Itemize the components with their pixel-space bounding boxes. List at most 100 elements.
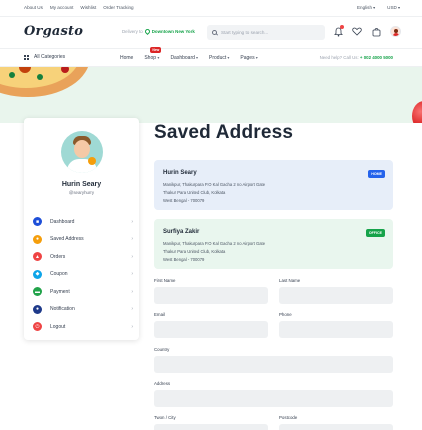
dashboard-icon: ■ (33, 217, 42, 227)
search-icon (212, 30, 217, 35)
nav-item-dashboard[interactable]: Dashboard (170, 55, 198, 61)
nav-item-shop-label: Shop (144, 55, 157, 61)
address-name: Hurin Seary (163, 170, 197, 176)
email-field[interactable] (154, 321, 268, 338)
chevron-right-icon: › (131, 236, 133, 243)
postcode-field[interactable] (279, 424, 393, 430)
sidebar-item-logout[interactable]: ⏻ Logout › (33, 318, 133, 336)
nav-item-home[interactable]: Home (120, 55, 133, 61)
header-icons (333, 24, 401, 37)
new-badge: New (150, 47, 162, 53)
address-icon: ● (33, 234, 42, 244)
address-field[interactable] (154, 390, 393, 407)
nav-item-shop[interactable]: Shop New (144, 47, 162, 61)
main-nav: All Categories Home Shop New Dashboard P… (0, 47, 422, 67)
top-link-wishlist[interactable]: Wishlist (80, 5, 96, 10)
sidebar-item-dashboard[interactable]: ■ Dashboard › (33, 213, 133, 231)
sidebar-item-label: Coupon (50, 271, 68, 278)
profile-handle: @searyhurry (68, 190, 95, 195)
page-title: Saved Address (154, 122, 294, 143)
account-sidebar: Hurin Seary @searyhurry ■ Dashboard › ● … (24, 118, 139, 340)
nav-menu: Home Shop New Dashboard Product Pages (120, 47, 258, 61)
sidebar-item-notification[interactable]: ● Notification › (33, 301, 133, 319)
sidebar-item-label: Logout (50, 323, 66, 330)
address-line: Manikpur, Thakurpara P.O Kal Gacha 2 no … (163, 182, 266, 187)
delivery-location-value: Downtown New York (151, 29, 195, 34)
payment-icon: ▬ (33, 287, 42, 297)
sidebar-item-label: Orders (50, 253, 66, 260)
support-number[interactable]: + 002 4000 5000 (360, 55, 393, 60)
delivery-location[interactable]: Delivery to Downtown New York (122, 27, 195, 36)
notification-dot (340, 24, 344, 29)
address-card[interactable]: Surfiya Zakir Manikpur, Thakurpara P.O K… (154, 219, 393, 269)
top-link-about[interactable]: About Us (24, 5, 43, 10)
notification-bell-icon[interactable] (333, 24, 344, 37)
wishlist-heart-icon[interactable] (352, 27, 362, 37)
sidebar-item-saved-address[interactable]: ● Saved Address › (33, 231, 133, 249)
logout-icon: ⏻ (33, 322, 42, 332)
top-right-selectors: English USD (357, 5, 400, 10)
address-line: West Bengal - 700079 (163, 198, 205, 203)
address-tag-badge: OFFICE (365, 229, 385, 237)
first-name-field[interactable] (154, 287, 268, 304)
site-logo[interactable]: Orgasto (24, 24, 83, 39)
sidebar-item-payment[interactable]: ▬ Payment › (33, 283, 133, 301)
chevron-right-icon: › (131, 271, 133, 278)
all-categories-button[interactable]: All Categories (24, 54, 65, 60)
tomato-image (412, 101, 422, 123)
all-categories-label: All Categories (34, 54, 66, 60)
grid-icon (24, 54, 29, 60)
support-label: Need help? Call Us: (319, 55, 359, 60)
support-contact: Need help? Call Us: + 002 4000 5000 (320, 55, 393, 60)
profile-name: Hurin Seary (61, 181, 102, 188)
address-tag-badge: HOME (368, 170, 385, 178)
profile-avatar (61, 131, 103, 173)
address-label: Address (154, 381, 171, 386)
pizza-image (0, 67, 89, 97)
location-pin-icon (143, 27, 151, 36)
address-card[interactable]: Hurin Seary Manikpur, Thakurpara P.O Kal… (154, 160, 393, 210)
nav-item-pages[interactable]: Pages (240, 55, 257, 61)
language-select[interactable]: English (357, 5, 375, 10)
address-line: Thakur Para United Club, Kolkata (163, 249, 226, 254)
town-city-field[interactable] (154, 424, 268, 430)
country-field[interactable] (154, 356, 393, 373)
top-link-order-tracking[interactable]: Order Tracking (103, 5, 133, 10)
address-line: Manikpur, Thakurpara P.O Kal Gacha 2 no … (163, 241, 266, 246)
sidebar-item-label: Payment (50, 288, 70, 295)
top-link-account[interactable]: My account (50, 5, 74, 10)
sidebar-item-label: Notification (50, 306, 75, 313)
sidebar-menu: ■ Dashboard › ● Saved Address › ▲ Orders… (33, 213, 133, 336)
top-bar: About Us My account Wishlist Order Track… (0, 0, 422, 17)
chevron-right-icon: › (131, 306, 133, 313)
cart-bag-icon[interactable] (371, 27, 381, 37)
main-header: Orgasto Delivery to Downtown New York St… (0, 17, 422, 47)
first-name-label: First Name (154, 278, 176, 283)
address-line: West Bengal - 700079 (163, 257, 205, 262)
top-links: About Us My account Wishlist Order Track… (24, 5, 134, 10)
last-name-label: Last Name (279, 278, 301, 283)
country-label: Country (154, 347, 170, 352)
last-name-field[interactable] (279, 287, 393, 304)
search-input[interactable]: Start typing to search... (207, 25, 325, 40)
search-placeholder: Start typing to search... (221, 30, 269, 35)
orders-icon: ▲ (33, 252, 42, 262)
postcode-label: Postcode (279, 415, 298, 420)
notification-icon: ● (33, 304, 42, 314)
sidebar-item-coupon[interactable]: ◆ Coupon › (33, 266, 133, 284)
sidebar-item-orders[interactable]: ▲ Orders › (33, 248, 133, 266)
phone-label: Phone (279, 312, 292, 317)
delivery-label: Delivery to (122, 29, 143, 34)
chevron-right-icon: › (131, 323, 133, 330)
address-line: Thakur Para United Club, Kolkata (163, 190, 226, 195)
phone-field[interactable] (279, 321, 393, 338)
town-city-label: Twon / City (154, 415, 176, 420)
currency-select[interactable]: USD (387, 5, 400, 10)
user-avatar[interactable] (390, 26, 401, 37)
nav-item-product[interactable]: Product (209, 55, 229, 61)
sidebar-item-label: Saved Address (50, 236, 84, 243)
sidebar-item-label: Dashboard (50, 218, 75, 225)
chevron-right-icon: › (131, 218, 133, 225)
chevron-right-icon: › (131, 288, 133, 295)
address-name: Surfiya Zakir (163, 229, 200, 235)
